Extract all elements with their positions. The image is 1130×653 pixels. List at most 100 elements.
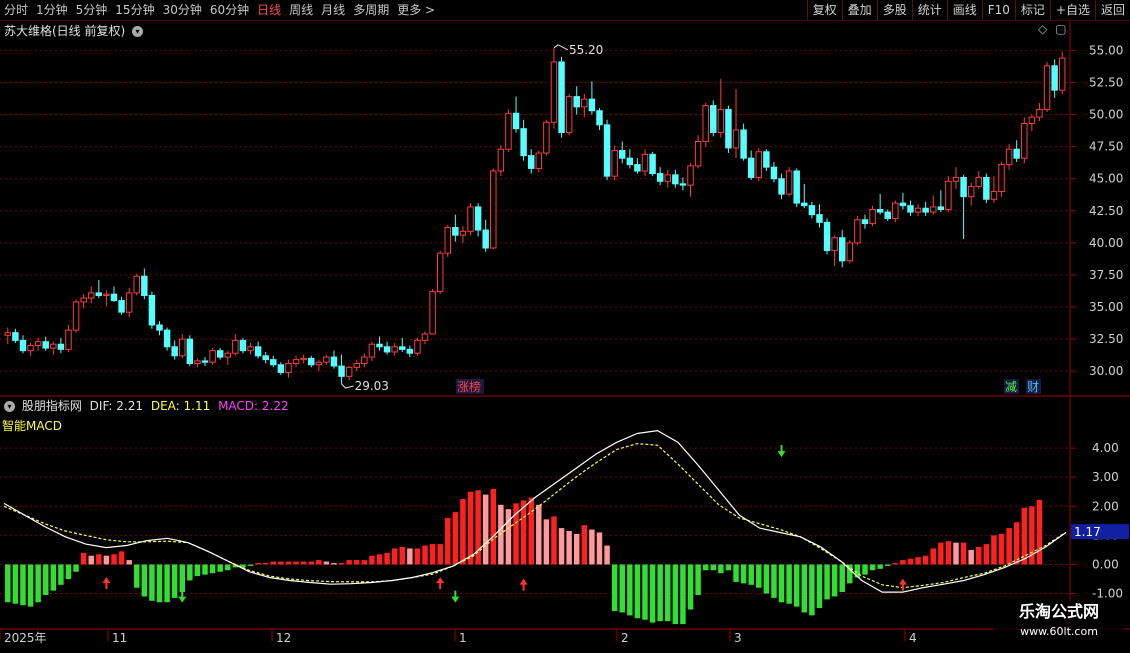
stock-chart[interactable]: 55.0052.5050.0047.5045.0042.5040.0037.50… [0,21,1130,650]
timeframe-tab[interactable]: 更多 > [393,0,439,20]
price-axis: 55.00 52.50 50.00 47.50 45.00 42.50 40.00 37.50… [1070,43,1123,378]
candle-body [649,153,656,175]
toolbar-button[interactable]: F10 [981,0,1015,20]
macd-bar [672,564,679,625]
macd-bar [960,542,967,565]
macd-bar [695,564,701,595]
candle-body [27,345,34,352]
diamond-icon[interactable]: ◇ [1038,22,1047,36]
macd-bar [369,555,375,565]
candle-body [550,61,558,123]
candle-body [421,333,429,341]
indicator-subtitle: 智能MACD [2,419,62,433]
timeframe-tab[interactable]: 周线 [285,0,317,20]
timeframe-tab[interactable]: 分时 [0,0,32,20]
sell-arrow [178,590,187,603]
macd-bar [270,561,277,565]
indicator-name[interactable]: 股朋指标网 [22,399,82,413]
candle-body [345,366,353,377]
candle-body [399,346,406,350]
timeframe-tab[interactable]: 30分钟 [159,0,206,20]
macd-bar [187,564,193,581]
chevron-down-icon[interactable]: ▾ [4,401,15,412]
candle-body [383,346,391,353]
macd-bar [839,564,845,593]
candle-body [292,359,300,364]
candle-body [831,237,838,252]
tag-label: 减 [1005,380,1017,394]
candle-body [710,105,717,134]
toolbar-button[interactable]: 返回 [1094,0,1130,20]
macd-bar [816,564,823,609]
macd-bar [725,564,732,571]
timeframe-tab[interactable]: 月线 [317,0,349,20]
macd-bar [111,554,117,565]
signal-arrows [102,445,907,603]
candle-body [846,242,854,262]
candle-body [732,129,740,149]
toolbar-button[interactable]: +自选 [1049,0,1095,20]
timeframe-tab[interactable]: 15分钟 [111,0,158,20]
candle-body [490,170,497,249]
macd-bar [414,548,421,565]
macd-bar [634,564,641,619]
candle-body [558,61,565,134]
maximize-icon[interactable]: ▢ [1055,22,1066,36]
dif-label: DIF: 2.21 [89,399,143,413]
timeframe-tab[interactable]: 日线 [253,0,285,20]
candle-body [474,206,482,231]
macd-bar [338,563,345,565]
price-tick-label: 52.50 [1089,75,1123,89]
candle-body [922,207,929,213]
macd-bar [361,560,368,565]
timeframe-tab[interactable]: 多周期 [349,0,393,20]
toolbar-button[interactable]: 复权 [806,0,842,20]
price-panel-header: 苏大维格(日线 前复权) ▾ [4,22,144,39]
macd-bar [35,564,41,603]
macd-bar [384,552,390,565]
macd-bar [771,564,777,598]
candle-body [42,341,49,349]
macd-bar [278,561,284,565]
macd-bar [877,564,883,569]
macd-bar [642,564,648,620]
candle-body [186,338,194,364]
candle-body [990,191,998,200]
candle-body [892,202,899,219]
price-marks: 55.20 29.03 涨榜 减财 [341,43,1041,394]
candle-body [641,153,649,172]
dea-label: DEA: 1.11 [150,399,211,413]
candle-body [224,352,232,358]
candle-body [785,170,793,195]
toolbar-button[interactable]: 统计 [911,0,947,20]
macd-bar [627,564,633,616]
candle-body [975,176,982,187]
candle-body [664,174,671,182]
chart-area[interactable]: 55.00 52.50 50.00 47.50 45.00 42.50 40.00 37.50… [0,21,1130,650]
toolbar-button[interactable]: 多股 [876,0,912,20]
macd-bar [809,564,815,616]
candle-body [854,219,861,244]
candle-body [581,98,588,108]
timeframe-tab[interactable]: 60分钟 [206,0,253,20]
candle-body [755,151,763,178]
candle-body [444,226,451,254]
toolbar-button[interactable]: 画线 [946,0,982,20]
candle-body [565,96,573,134]
candle-body [770,166,778,180]
macd-bar [665,564,671,622]
macd-bar [460,499,466,565]
macd-bar [551,516,557,565]
candle-body [285,362,292,373]
chevron-down-icon[interactable]: ▾ [132,26,144,37]
toolbar-button[interactable]: 叠加 [841,0,877,20]
macd-bar [42,564,49,595]
timeframe-tab[interactable]: 5分钟 [72,0,112,20]
macd-bar [581,525,588,565]
candle-body [611,149,618,177]
toolbar-button[interactable]: 标记 [1014,0,1050,20]
timeframe-tab[interactable]: 1分钟 [32,0,72,20]
candle-body [216,350,224,358]
candle-body [50,343,57,349]
candle-body [277,364,285,373]
